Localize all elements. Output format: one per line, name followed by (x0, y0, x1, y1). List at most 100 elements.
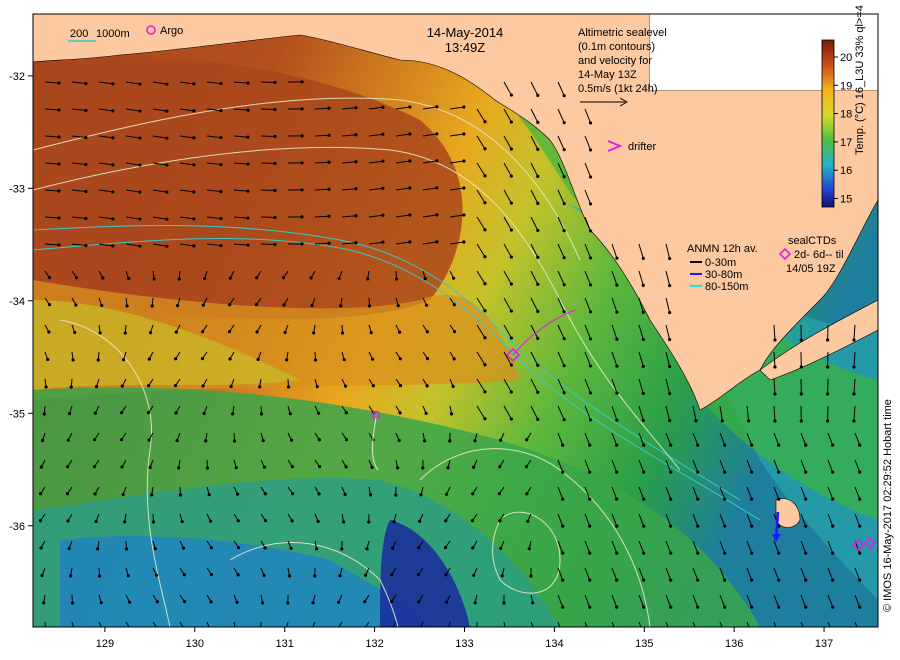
velocity-arrowhead (750, 497, 754, 501)
velocity-arrowhead (57, 189, 61, 193)
velocity-arrowhead (192, 136, 196, 140)
velocity-arrowhead (723, 578, 727, 582)
velocity-arrowhead (615, 256, 619, 260)
velocity-arrowhead (831, 633, 834, 636)
anmn-0-30-label: 0-30m (705, 257, 736, 269)
colorbar-tick-label: 17 (840, 137, 852, 149)
velocity-arrowhead (174, 330, 178, 334)
velocity-arrowhead (262, 573, 266, 577)
velocity-arrowhead (289, 438, 294, 442)
velocity-arrowhead (804, 443, 808, 447)
velocity-arrowhead (804, 497, 808, 501)
velocity-arrowhead (831, 605, 835, 609)
velocity-arrowhead (236, 519, 240, 523)
velocity-arrowhead (246, 81, 250, 85)
velocity-arrowhead (84, 81, 88, 86)
velocity-arrowhead (392, 520, 396, 524)
velocity-arrowhead (381, 240, 385, 244)
velocity-arrowhead (483, 120, 487, 124)
velocity-arrowhead (668, 364, 672, 369)
velocity-arrowhead (773, 392, 777, 396)
velocity-arrowhead (669, 633, 672, 636)
velocity-arrowhead (452, 303, 456, 307)
velocity-arrowhead (390, 573, 394, 577)
velocity-arrowhead (773, 419, 777, 423)
velocity-arrowhead (96, 358, 100, 362)
velocity-arrowhead (259, 628, 262, 631)
velocity-arrowhead (642, 551, 646, 555)
altimetry-line-1: Altimetric sealevel (578, 27, 667, 39)
velocity-arrowhead (858, 443, 862, 447)
velocity-arrowhead (750, 633, 753, 636)
velocity-arrowhead (208, 519, 213, 523)
colorbar-tick-label: 19 (840, 80, 852, 92)
velocity-arrowhead (273, 80, 277, 85)
velocity-arrowhead (561, 578, 565, 582)
velocity-arrowhead (40, 439, 45, 443)
velocity-arrowhead (152, 277, 156, 281)
velocity-arrowhead (588, 605, 592, 609)
velocity-arrowhead (773, 365, 777, 369)
velocity-arrowhead (44, 628, 47, 631)
altimetry-line-2: (0.1m contours) (578, 41, 655, 53)
velocity-arrowhead (232, 439, 237, 443)
velocity-arrowhead (204, 439, 208, 443)
velocity-arrow (260, 81, 276, 84)
velocity-arrowhead (536, 147, 540, 151)
velocity-arrowhead (138, 244, 142, 248)
velocity-arrowhead (300, 188, 304, 192)
velocity-arrowhead (777, 470, 781, 474)
velocity-arrowhead (84, 243, 88, 248)
velocity-arrowhead (509, 390, 513, 394)
velocity-arrowhead (174, 357, 178, 361)
velocity-arrowhead (696, 497, 700, 501)
velocity-arrowhead (509, 174, 513, 178)
velocity-arrowhead (615, 364, 619, 368)
velocity-arrowhead (536, 93, 540, 97)
velocity-arrowhead (313, 358, 318, 362)
velocity-arrowhead (452, 330, 457, 334)
velocity-arrowhead (397, 438, 401, 442)
velocity-arrowhead (364, 573, 368, 577)
velocity-arrowhead (365, 547, 369, 551)
velocity-arrowhead (462, 105, 466, 109)
velocity-arrowhead (174, 411, 178, 415)
map-date: 14-May-2014 (427, 25, 504, 40)
velocity-arrowhead (246, 108, 250, 112)
colorbar (821, 39, 835, 208)
velocity-arrowhead (509, 309, 513, 313)
velocity-arrowhead (182, 600, 187, 604)
velocity-arrowhead (498, 519, 502, 523)
velocity-arrowhead (177, 466, 181, 470)
velocity-arrowhead (483, 363, 487, 367)
velocity-arrowhead (588, 256, 593, 260)
velocity-arrowhead (327, 133, 331, 137)
velocity-arrowhead (97, 574, 102, 578)
velocity-arrowhead (425, 384, 429, 388)
velocity-arrowhead (462, 159, 466, 163)
velocity-arrowhead (417, 546, 421, 550)
y-axis: -32 -33 -34 -35 -36 (9, 71, 33, 533)
velocity-arrowhead (235, 492, 240, 496)
velocity-arrowhead (562, 121, 566, 125)
velocity-arrowhead (151, 520, 156, 524)
velocity-arrowhead (101, 276, 105, 280)
map-time: 13:49Z (445, 40, 486, 55)
anmn-80-150-label: 80-150m (705, 281, 748, 293)
velocity-arrowhead (367, 520, 371, 524)
velocity-arrowhead (146, 411, 151, 415)
velocity-arrowhead (65, 492, 70, 496)
velocity-arrowhead (67, 412, 72, 416)
velocity-arrowhead (192, 163, 196, 167)
velocity-arrowhead (642, 497, 646, 501)
velocity-arrowhead (452, 357, 456, 361)
velocity-arrowhead (750, 578, 754, 582)
velocity-arrowhead (39, 546, 43, 550)
velocity-arrowhead (312, 331, 316, 335)
velocity-arrowhead (246, 135, 250, 139)
velocity-arrowhead (562, 391, 566, 395)
velocity-arrowhead (123, 520, 127, 524)
velocity-arrowhead (641, 418, 645, 422)
velocity-arrowhead (263, 492, 267, 496)
velocity-arrowhead (73, 628, 76, 631)
